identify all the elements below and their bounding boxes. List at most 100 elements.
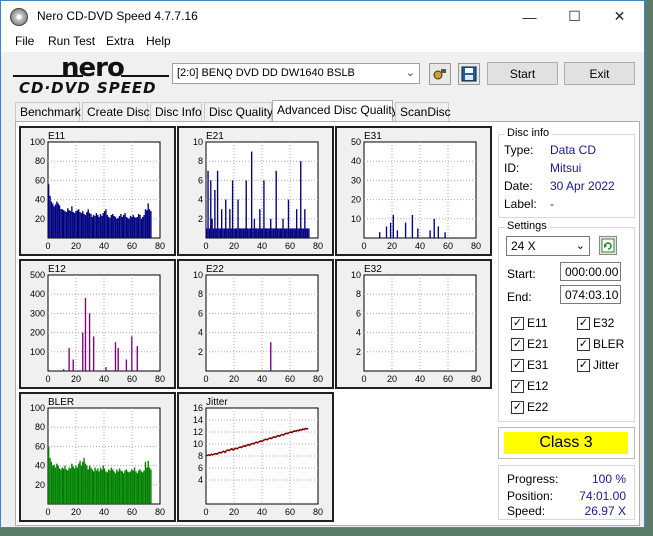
class-badge: Class 3	[504, 432, 628, 454]
e32-y-tick: 8	[356, 289, 361, 299]
bler-bar	[62, 468, 65, 504]
drive-select[interactable]: [2:0] BENQ DVD DD DW1640 BSLB ⌄	[172, 63, 420, 84]
checkbox-e21[interactable]: ✓	[511, 338, 524, 351]
bler-bar	[140, 471, 143, 504]
e21-bar	[222, 228, 224, 238]
minimize-button[interactable]: —	[507, 1, 552, 32]
end-label: End:	[507, 290, 532, 304]
e21-bar	[225, 199, 227, 238]
bler-bar	[65, 469, 68, 504]
bler-bar	[58, 468, 61, 504]
checkbox-e12-label: E12	[527, 379, 549, 393]
e21-bar	[238, 228, 241, 238]
e21-title: E21	[206, 131, 224, 142]
e11-bar	[57, 203, 59, 238]
menu-extra[interactable]: Extra	[106, 34, 134, 48]
tab-disc-info[interactable]: Disc Info	[150, 102, 202, 122]
bler-bar	[68, 467, 70, 504]
e12-y-tick: 400	[30, 289, 45, 299]
e21-bar	[249, 228, 251, 238]
bler-bar	[139, 469, 141, 504]
chart-e11: E11 0 20 40 60 80 20 40 60 80 100	[19, 126, 176, 256]
disc-info-title: Disc info	[504, 127, 553, 139]
jitter-title: Jitter	[206, 397, 228, 408]
e21-bar	[286, 228, 288, 238]
jitter-x-tick: 0	[203, 507, 208, 517]
bler-bar	[69, 468, 72, 504]
checkbox-e11[interactable]: ✓	[511, 317, 524, 330]
e31-y-tick: 50	[351, 137, 361, 147]
e32-y-tick: 2	[356, 347, 361, 357]
e11-bar	[58, 205, 61, 238]
maximize-button[interactable]: ☐	[552, 1, 597, 32]
e21-bar	[270, 218, 272, 238]
e11-bar	[53, 206, 55, 238]
tab-disc-quality[interactable]: Disc Quality	[204, 102, 273, 122]
e21-y-tick: 4	[198, 195, 203, 205]
bler-bar	[83, 457, 85, 504]
bler-bar	[101, 469, 103, 504]
e21-bar	[212, 228, 215, 238]
jitter-y-tick: 12	[193, 427, 203, 437]
drive-select-value: [2:0] BENQ DVD DD DW1640 BSLB	[177, 67, 355, 79]
bler-bar	[98, 471, 100, 504]
e31-bar	[417, 228, 419, 238]
bler-bar	[150, 469, 152, 504]
app-window: Nero CD-DVD Speed 4.7.7.16 — ☐ ✕ File Ru…	[0, 0, 645, 528]
e21-bar	[283, 228, 286, 238]
menu-file[interactable]: File	[15, 34, 34, 48]
checkbox-e31[interactable]: ✓	[511, 359, 524, 372]
chart-e32-plot: E32 0 20 40 60 80 2 4 6 8 10	[351, 264, 481, 384]
checkbox-e32[interactable]: ✓	[577, 317, 590, 330]
e21-y-tick: 8	[198, 156, 203, 166]
e11-bar	[147, 203, 149, 238]
bler-bar	[86, 465, 88, 504]
speed-select[interactable]: 24 X ⌄	[506, 236, 590, 256]
e31-bar	[378, 232, 381, 238]
bler-bar	[106, 472, 108, 504]
tab-benchmark[interactable]: Benchmark	[15, 102, 81, 122]
close-button[interactable]: ✕	[597, 1, 642, 32]
start-button[interactable]: Start	[487, 62, 558, 85]
checkbox-e12[interactable]: ✓	[511, 380, 524, 393]
e21-bar	[290, 228, 292, 238]
e32-x-tick: 40	[415, 374, 425, 384]
e11-bar	[140, 218, 143, 238]
e21-bar	[289, 228, 291, 238]
e11-bar	[98, 216, 100, 238]
checkbox-bler[interactable]: ✓	[577, 338, 590, 351]
tab-advanced-disc-quality[interactable]: Advanced Disc Quality	[272, 100, 398, 122]
drive-options-button[interactable]	[429, 63, 451, 85]
bler-bar	[143, 470, 145, 504]
position-label: Position:	[507, 489, 554, 503]
e11-bar	[127, 217, 129, 238]
e12-bar	[114, 342, 117, 371]
tab-create-disc[interactable]: Create Disc	[82, 102, 150, 122]
e11-bar	[150, 211, 152, 238]
start-input[interactable]: 000:00.00	[560, 262, 621, 281]
jitter-y-tick: 14	[193, 415, 203, 425]
e11-bar	[65, 212, 68, 238]
refresh-icon	[601, 238, 615, 253]
e22-x-tick: 40	[257, 374, 267, 384]
e11-bar	[129, 215, 132, 238]
e31-bar	[411, 214, 414, 238]
e21-bar	[227, 228, 230, 238]
e11-y-tick: 40	[35, 195, 45, 205]
end-input[interactable]: 074:03.10	[560, 285, 621, 304]
checkbox-e22[interactable]: ✓	[511, 401, 524, 414]
bler-y-tick: 100	[30, 403, 45, 413]
e12-x-tick: 20	[71, 374, 81, 384]
menu-run-test[interactable]: Run Test	[48, 34, 95, 48]
save-button[interactable]	[458, 63, 480, 85]
checkbox-jitter[interactable]: ✓	[577, 359, 590, 372]
refresh-button[interactable]	[599, 236, 617, 255]
menu-help[interactable]: Help	[146, 34, 171, 48]
bler-bar	[131, 469, 133, 504]
tab-scandisc[interactable]: ScanDisc	[395, 102, 451, 122]
bler-bar	[64, 465, 66, 504]
bler-bar	[57, 465, 59, 504]
e31-bar	[392, 214, 394, 238]
exit-button[interactable]: Exit	[564, 62, 635, 85]
e11-bar	[79, 212, 81, 238]
